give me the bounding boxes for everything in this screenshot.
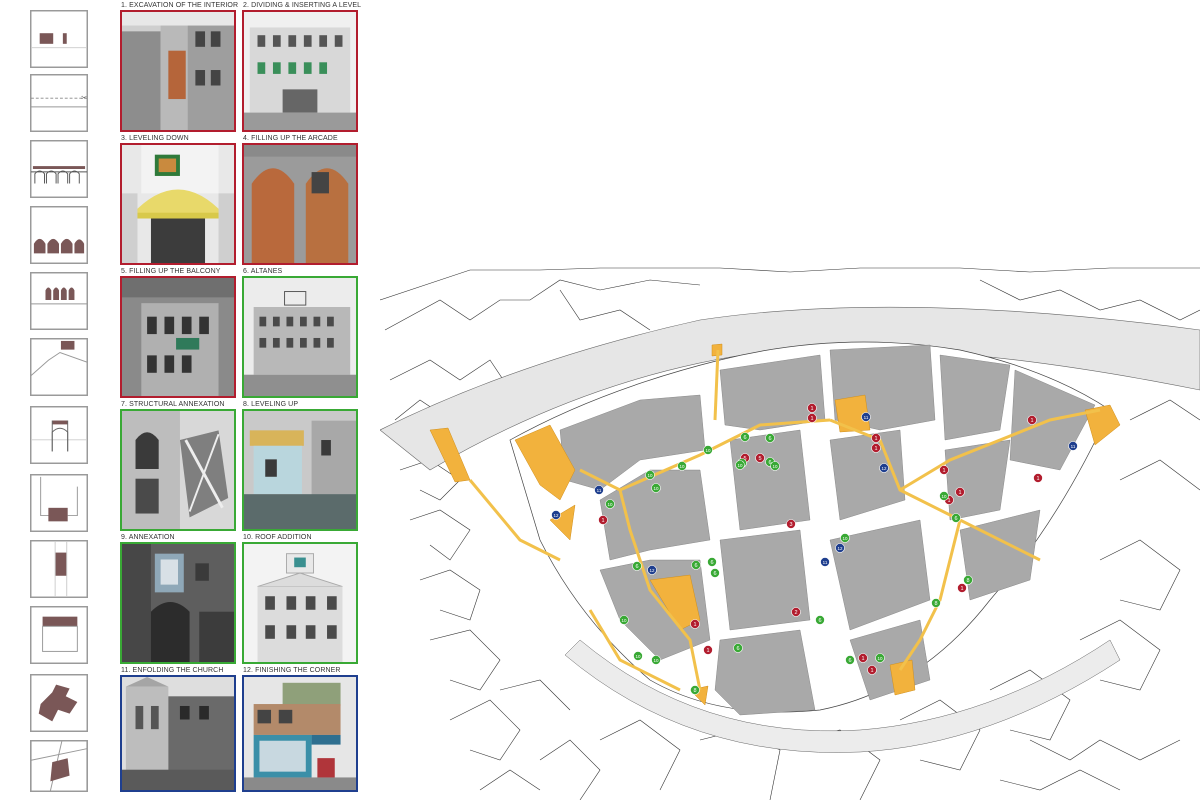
case-caption-5: 5. FILLING UP THE BALCONY [121,268,221,275]
marker-label: 6 [818,618,821,624]
marker-label: 10 [653,658,659,663]
case-photo-6 [242,276,358,398]
marker-label: 10 [621,618,627,623]
marker-label: 10 [705,448,711,453]
marker-label: 10 [679,464,685,469]
balcony-diagram [30,272,88,330]
marker-label: 1 [810,416,813,422]
marker-label: 1 [958,490,961,496]
marker-label: 10 [842,536,848,541]
marker-label: 6 [736,646,739,652]
case-photo-5 [120,276,236,398]
case-photo-4 [242,143,358,265]
case-photo-12 [242,675,358,792]
marker-label: 10 [737,463,743,468]
marker-label: 12 [553,513,559,518]
arcade-diagram [30,206,88,264]
case-caption-2: 2. DIVIDING & INSERTING A LEVEL [243,2,362,9]
case-caption-9: 9. ANNEXATION [121,534,175,541]
marker-label: 6 [710,560,713,566]
marker-label: 6 [694,563,697,569]
roof-addition-diagram [30,606,88,664]
case-caption-4: 4. FILLING UP THE ARCADE [243,135,338,142]
case-photo-10 [242,542,358,664]
marker-label: 10 [877,656,883,661]
enfolding-church-diagram [30,674,88,732]
marker-label: 1 [601,518,604,524]
case-caption-6: 6. ALTANES [243,268,283,275]
marker-label: 1 [870,668,873,674]
case-caption-3: 3. LEVELING DOWN [121,135,189,142]
marker-label: 8 [693,688,696,694]
marker-label: 6 [743,435,746,441]
structural-annexation-diagram [30,406,88,464]
marker-label: 10 [772,464,778,469]
marker-label: 10 [653,486,659,491]
case-caption-7: 7. STRUCTURAL ANNEXATION [121,401,225,408]
marker-label: 11 [597,488,602,493]
case-photo-1 [120,10,236,132]
marker-label: 1 [706,648,709,654]
marker-label: 1 [874,446,877,452]
marker-label: 3 [789,522,792,528]
marker-label: 10 [647,473,653,478]
svg-text:✂: ✂ [81,95,87,102]
urban-map: 1111111111111112355666666666666888101010… [380,267,1200,800]
marker-label: 1 [1030,418,1033,424]
marker-label: 6 [768,436,771,442]
marker-label: 10 [607,502,613,507]
marker-label: 11 [823,560,828,565]
marker-label: 6 [954,516,957,522]
marker-label: 1 [693,622,696,628]
case-photo-2 [242,10,358,132]
case-caption-8: 8. LEVELING UP [243,401,299,408]
marker-label: 5 [758,456,761,462]
altane-diagram [30,338,88,396]
marker-label: 2 [794,610,797,616]
case-caption-12: 12. FINISHING THE CORNER [243,667,341,674]
marker-label: 1 [942,468,945,474]
marker-label: 1 [947,498,950,504]
case-caption-10: 10. ROOF ADDITION [243,534,312,541]
marker-label: 6 [848,658,851,664]
dividing-diagram: ✂ [30,74,88,132]
case-caption-1: 1. EXCAVATION OF THE INTERIOR [121,2,239,9]
marker-label: 1 [861,656,864,662]
case-caption-11: 11. ENFOLDING THE CHURCH [121,667,224,674]
case-photo-8 [242,409,358,531]
marker-label: 1 [1036,476,1039,482]
case-photo-7 [120,409,236,531]
leveling-up-diagram [30,474,88,532]
annexation-diagram [30,540,88,598]
excavation-diagram [30,10,88,68]
case-photo-3 [120,143,236,265]
marker-label: 11 [1071,444,1076,449]
case-photo-9 [120,542,236,664]
marker-label: 10 [941,494,947,499]
case-photo-11 [120,675,236,792]
marker-label: 6 [635,564,638,570]
marker-label: 1 [960,586,963,592]
marker-label: 12 [837,546,843,551]
marker-label: 1 [874,436,877,442]
marker-label: 8 [934,601,937,607]
leveling-down-diagram [30,140,88,198]
marker-label: 10 [635,654,641,659]
marker-label: 6 [713,571,716,577]
corner-diagram [30,740,88,792]
marker-label: 1 [810,406,813,412]
marker-label: 12 [881,466,887,471]
marker-label: 12 [649,568,655,573]
marker-label: 8 [966,578,969,584]
marker-label: 11 [864,415,869,420]
